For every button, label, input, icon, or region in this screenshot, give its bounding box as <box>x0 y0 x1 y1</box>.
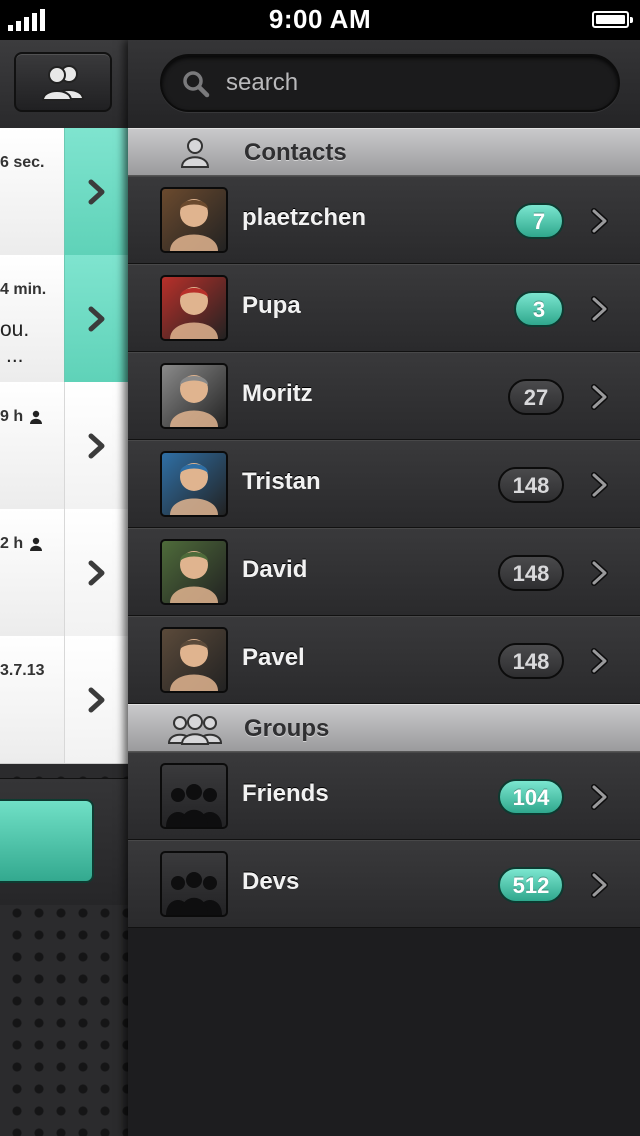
contacts-section-header: Contacts <box>128 128 640 176</box>
chevron-right-icon[interactable] <box>590 383 610 411</box>
chevron-right-icon <box>88 560 105 585</box>
person-photo-icon <box>170 551 218 603</box>
chat-open-arrow[interactable] <box>64 509 129 636</box>
chevron-right-icon[interactable] <box>590 207 610 235</box>
count-badge: 7 <box>514 203 564 239</box>
status-time: 9:00 AM <box>268 4 372 34</box>
contact-row[interactable]: Moritz 27 <box>128 352 640 440</box>
contact-row[interactable]: Tristan 148 <box>128 440 640 528</box>
count-badge: 27 <box>508 379 564 415</box>
chevron-right-icon[interactable] <box>590 783 610 811</box>
group-avatar <box>160 763 228 829</box>
row-name: Pupa <box>242 292 301 319</box>
chat-list-footer <box>0 778 128 905</box>
avatar <box>160 275 228 341</box>
status-bar: 9:00 AM <box>0 0 640 40</box>
chat-list-header <box>0 40 128 129</box>
chat-time: 6 sec. <box>0 154 45 171</box>
count-badge: 148 <box>498 643 564 679</box>
contact-row[interactable]: plaetzchen 7 <box>128 176 640 264</box>
chat-time: 9 h <box>0 408 43 426</box>
avatar <box>160 539 228 605</box>
chat-row[interactable]: 2 h <box>0 509 129 637</box>
row-name: Friends <box>242 780 329 807</box>
row-name: plaetzchen <box>242 204 367 231</box>
count-badge: 512 <box>498 867 564 903</box>
chevron-right-icon[interactable] <box>590 559 610 587</box>
row-name: Devs <box>242 868 300 895</box>
chat-row[interactable]: 6 sec. <box>0 128 129 256</box>
avatar <box>160 187 228 253</box>
chevron-right-icon[interactable] <box>590 871 610 899</box>
search-bar: search <box>128 40 640 128</box>
chat-row[interactable]: 3.7.13 <box>0 636 129 764</box>
contact-row[interactable]: Pavel 148 <box>128 616 640 704</box>
contact-row[interactable]: Pupa 3 <box>128 264 640 352</box>
contacts-toggle-button[interactable] <box>14 52 112 112</box>
group-outline-icon <box>168 714 222 745</box>
person-photo-icon <box>170 375 218 427</box>
chevron-right-icon[interactable] <box>590 295 610 323</box>
chevron-right-icon <box>88 433 105 458</box>
count-badge: 148 <box>498 467 564 503</box>
person-icon <box>30 410 43 424</box>
chat-snippet: ou.... <box>0 318 30 367</box>
count-badge: 104 <box>498 779 564 815</box>
chat-list-panel: 6 sec. 4 min. ou.... 9 h 2 h 3.7.13 <box>0 40 129 1136</box>
chat-open-arrow[interactable] <box>64 636 129 763</box>
search-icon <box>183 71 210 98</box>
chat-time: 2 h <box>0 535 43 553</box>
group-row[interactable]: Devs 512 <box>128 840 640 928</box>
person-photo-icon <box>170 639 218 691</box>
chat-open-arrow[interactable] <box>64 128 129 255</box>
avatar <box>160 363 228 429</box>
battery-icon <box>592 11 633 28</box>
compose-button[interactable] <box>0 799 94 883</box>
contact-row[interactable]: David 148 <box>128 528 640 616</box>
contacts-panel: search Contacts plaetzchen 7 Pupa 3 Moritz 27… <box>128 40 640 1136</box>
row-name: David <box>242 556 308 583</box>
row-name: Pavel <box>242 644 305 671</box>
people-icon <box>41 65 85 101</box>
chevron-right-icon[interactable] <box>590 471 610 499</box>
row-name: Tristan <box>242 468 321 495</box>
section-title: Groups <box>244 715 330 742</box>
avatar <box>160 627 228 693</box>
chevron-right-icon <box>88 687 105 712</box>
person-photo-icon <box>170 463 218 515</box>
chevron-right-icon[interactable] <box>590 647 610 675</box>
search-placeholder: search <box>226 69 299 96</box>
chat-row[interactable]: 9 h <box>0 382 129 510</box>
chevron-right-icon <box>88 179 105 204</box>
chat-row[interactable]: 4 min. ou.... <box>0 255 129 383</box>
count-badge: 3 <box>514 291 564 327</box>
chat-time: 3.7.13 <box>0 662 45 679</box>
groups-section-header: Groups <box>128 704 640 752</box>
search-input[interactable]: search <box>160 54 620 112</box>
section-title: Contacts <box>244 139 347 166</box>
avatar <box>160 451 228 517</box>
group-silhouette-icon <box>166 784 222 827</box>
chevron-right-icon <box>88 306 105 331</box>
chat-time: 4 min. <box>0 281 47 298</box>
person-icon <box>30 537 43 551</box>
row-name: Moritz <box>242 380 313 407</box>
count-badge: 148 <box>498 555 564 591</box>
person-photo-icon <box>170 199 218 251</box>
group-row[interactable]: Friends 104 <box>128 752 640 840</box>
chat-open-arrow[interactable] <box>64 382 129 509</box>
group-avatar <box>160 851 228 917</box>
chat-open-arrow[interactable] <box>64 255 129 382</box>
person-outline-icon <box>180 138 210 168</box>
group-silhouette-icon <box>166 872 222 915</box>
person-photo-icon <box>170 287 218 339</box>
